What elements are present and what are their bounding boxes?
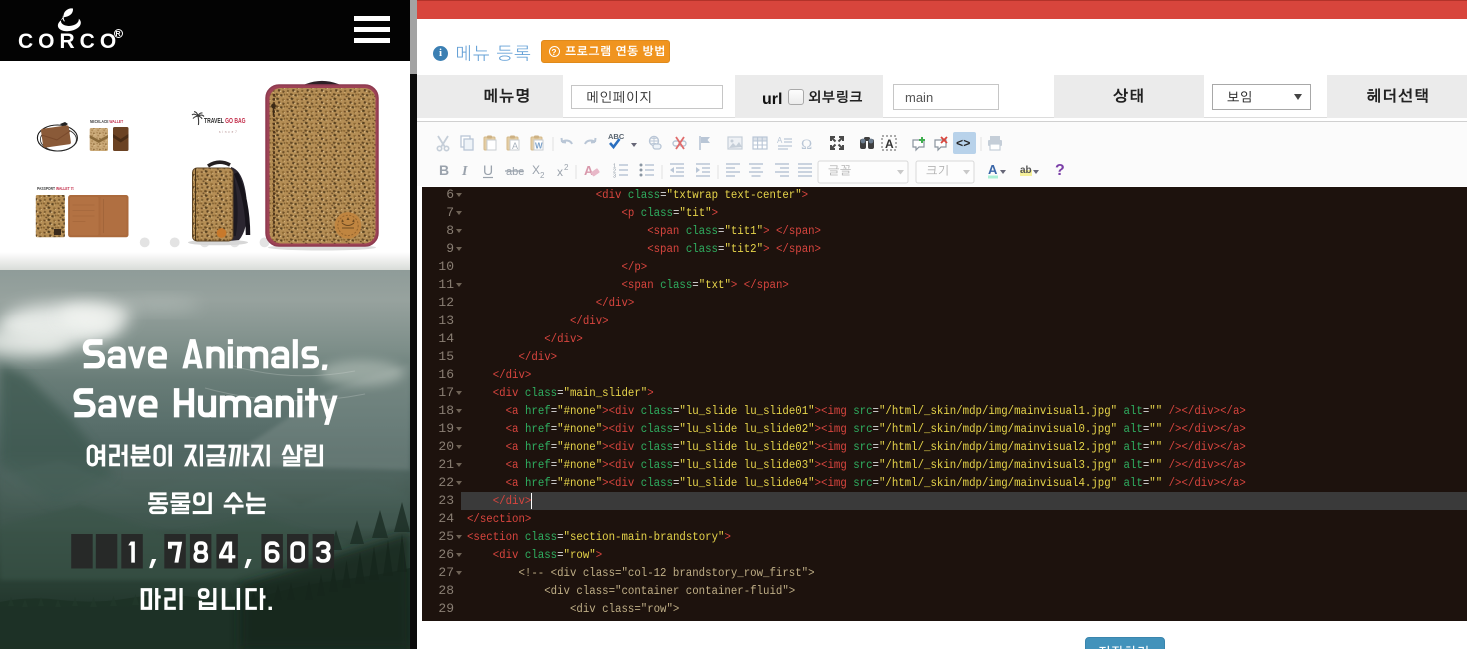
svg-text:A: A <box>584 163 594 178</box>
svg-text:A: A <box>988 162 998 177</box>
svg-text:2: 2 <box>540 171 545 180</box>
svg-text:abe: abe <box>506 166 524 178</box>
svg-text:B: B <box>439 162 449 178</box>
svg-text:ABC: ABC <box>608 132 625 141</box>
svg-text:I: I <box>461 164 468 179</box>
svg-text:Ω: Ω <box>801 137 812 153</box>
svg-text:2: 2 <box>564 163 569 172</box>
svg-text:ab: ab <box>1020 165 1032 176</box>
svg-text:W: W <box>535 142 543 151</box>
svg-text:3: 3 <box>613 174 616 180</box>
svg-text:A: A <box>777 136 783 145</box>
svg-text:U: U <box>483 162 493 178</box>
svg-text:A: A <box>512 141 518 151</box>
svg-text:A: A <box>885 137 894 151</box>
svg-text:<>: <> <box>956 137 970 151</box>
svg-text:?: ? <box>1055 162 1065 179</box>
svg-text:X: X <box>532 163 540 177</box>
svg-text:x: x <box>557 165 563 179</box>
